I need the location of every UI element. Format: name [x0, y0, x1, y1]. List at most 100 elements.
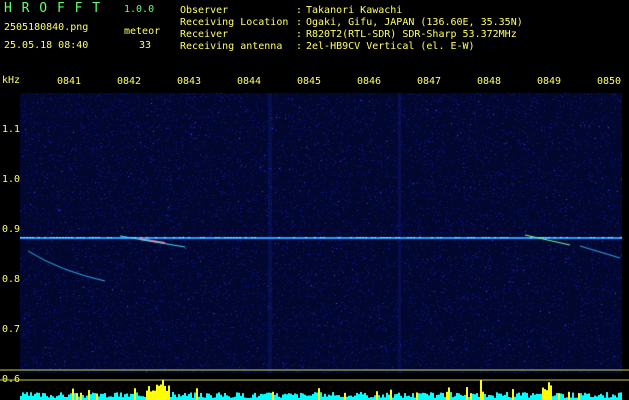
activity-bar	[222, 396, 224, 400]
activity-bar	[344, 392, 346, 400]
activity-bar	[236, 392, 238, 400]
activity-bar	[38, 392, 40, 400]
activity-bar	[206, 393, 208, 400]
activity-bar	[582, 395, 584, 400]
activity-bar	[226, 395, 228, 400]
activity-bar	[498, 393, 500, 400]
activity-bar	[26, 392, 28, 400]
activity-bar	[268, 392, 270, 400]
activity-bar	[418, 393, 420, 400]
activity-bar	[290, 393, 292, 400]
activity-bar	[376, 391, 378, 400]
activity-bar	[432, 392, 434, 400]
activity-bar	[390, 389, 392, 400]
activity-bar	[614, 395, 616, 400]
activity-bar	[184, 392, 186, 400]
activity-bars	[20, 379, 622, 400]
activity-bar	[312, 393, 314, 400]
activity-bar	[462, 395, 464, 400]
activity-bar	[500, 393, 502, 400]
activity-bar	[166, 390, 168, 400]
activity-bar	[130, 393, 132, 400]
activity-bar	[440, 392, 442, 400]
activity-bar	[88, 390, 90, 400]
activity-bar	[154, 390, 156, 400]
activity-bar	[36, 392, 38, 400]
activity-bar	[160, 384, 162, 400]
activity-bar	[302, 393, 304, 400]
activity-bar	[60, 392, 62, 400]
activity-bar	[460, 394, 462, 400]
activity-bar	[334, 395, 336, 400]
activity-bar	[580, 393, 582, 400]
activity-bar	[110, 396, 112, 400]
activity-bar	[484, 393, 486, 400]
activity-bar	[600, 393, 602, 400]
activity-bar	[238, 392, 240, 400]
activity-bar	[228, 396, 230, 400]
activity-bar	[190, 392, 192, 400]
activity-bar	[488, 394, 490, 400]
activity-bar	[142, 396, 144, 400]
activity-bar	[356, 392, 358, 400]
activity-bar	[86, 395, 88, 400]
activity-bar	[72, 388, 74, 400]
activity-bar	[62, 394, 64, 400]
activity-bar	[620, 392, 622, 400]
activity-bar	[324, 393, 326, 400]
activity-bar	[162, 379, 164, 400]
activity-bar	[454, 396, 456, 400]
activity-bar	[532, 393, 534, 400]
activity-bar	[456, 392, 458, 400]
activity-bar	[548, 382, 550, 400]
activity-bar	[518, 392, 520, 400]
activity-bar	[330, 395, 332, 400]
activity-bar	[278, 396, 280, 400]
activity-bar	[464, 394, 466, 400]
activity-bar	[258, 395, 260, 400]
activity-bar	[126, 393, 128, 400]
activity-bar	[562, 394, 564, 400]
activity-bar	[208, 393, 210, 400]
activity-bar	[584, 392, 586, 400]
activity-bar	[178, 394, 180, 400]
activity-bar	[428, 395, 430, 400]
activity-bar	[90, 394, 92, 400]
activity-bar	[108, 396, 110, 400]
activity-bar	[24, 394, 26, 400]
activity-bar	[272, 391, 274, 400]
activity-bar	[286, 394, 288, 400]
activity-bar	[310, 395, 312, 400]
activity-bar	[602, 395, 604, 400]
activity-bar	[82, 395, 84, 400]
activity-bar	[30, 392, 32, 400]
activity-bar	[80, 392, 82, 400]
activity-bar	[56, 396, 58, 400]
activity-bar	[320, 392, 322, 400]
activity-bar	[474, 394, 476, 400]
activity-bar	[22, 392, 24, 400]
activity-bar	[20, 396, 22, 400]
activity-bar	[476, 393, 478, 400]
activity-bar	[554, 395, 556, 400]
activity-bar	[336, 395, 338, 400]
activity-bar	[482, 391, 484, 400]
activity-bar	[396, 393, 398, 400]
activity-bar	[458, 393, 460, 400]
activity-bar	[612, 394, 614, 400]
activity-bar	[598, 395, 600, 400]
activity-bar	[588, 393, 590, 400]
activity-bar	[520, 395, 522, 400]
activity-bar	[524, 392, 526, 400]
activity-bar	[276, 393, 278, 400]
activity-bar	[578, 393, 580, 400]
activity-bar	[358, 394, 360, 400]
activity-bar	[534, 394, 536, 400]
activity-bar	[114, 392, 116, 400]
activity-bar	[388, 394, 390, 400]
activity-bar	[490, 395, 492, 400]
activity-bar	[308, 395, 310, 400]
activity-bar	[404, 393, 406, 400]
activity-bar	[426, 393, 428, 400]
activity-bar	[210, 395, 212, 400]
